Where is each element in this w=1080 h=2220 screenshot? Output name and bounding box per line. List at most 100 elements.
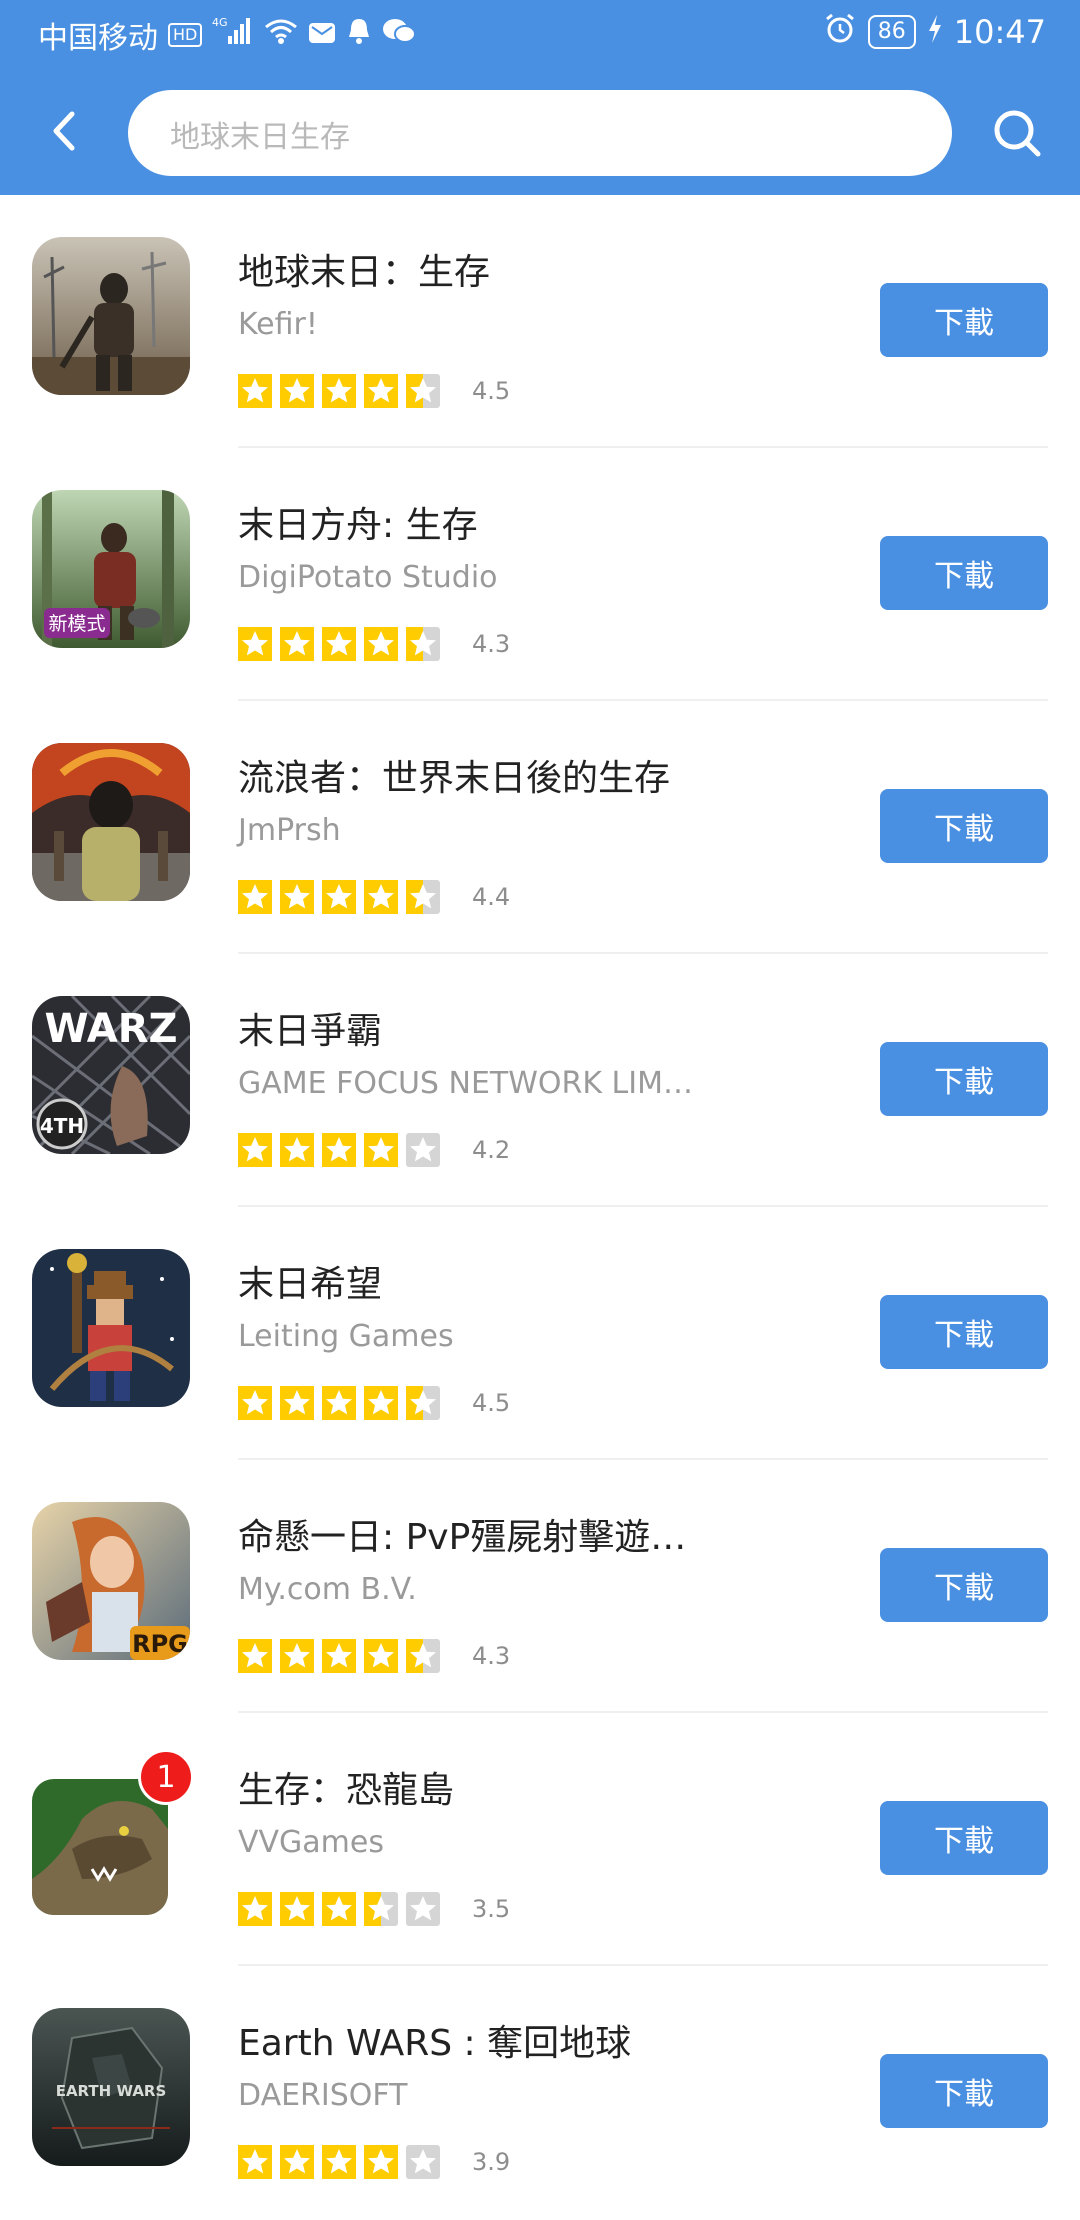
rating-stars: 4.2 [238,1133,510,1167]
star-icon [322,2145,356,2179]
anniversary-label: 4TH [40,1114,84,1138]
notification-badge: 1 [138,1749,194,1805]
download-button[interactable]: 下載 [880,1295,1048,1369]
rating-stars: 4.3 [238,627,510,661]
rating-stars: 4.4 [238,880,510,914]
star-icon [280,1892,314,1926]
star-icon [280,374,314,408]
app-title[interactable]: 末日爭霸 [238,1002,382,1054]
status-bar: 中国移动 HD 4G 86 10:47 [0,0,1080,64]
star-icon [280,1133,314,1167]
download-button[interactable]: 下載 [880,536,1048,610]
rating-value: 4.3 [472,630,511,658]
rating-value: 4.4 [472,883,511,911]
warz-logo: WARZ [44,1006,177,1052]
rating-value: 4.3 [472,1642,511,1670]
list-item[interactable]: EARTH WARS Earth WARS : 奪回地球 DAERISOFT 3… [0,1966,1080,2219]
rating-value: 3.5 [472,1895,511,1923]
app-developer: Leiting Games [238,1319,454,1354]
star-icon [364,1892,398,1926]
rating-value: 4.5 [472,377,511,405]
top-bar: 中国移动 HD 4G 86 10:47 地球末日生存 [0,0,1080,195]
star-icon [406,627,440,661]
bell-notification-icon [346,17,372,53]
app-title[interactable]: 流浪者：世界末日後的生存 [238,749,670,801]
doomsday-survivor-icon[interactable] [32,237,190,395]
wanderer-icon[interactable] [32,743,190,901]
star-icon [322,880,356,914]
rating-value: 4.5 [472,1389,511,1417]
mail-notification-icon [308,18,336,53]
rating-stars: 3.9 [238,2145,510,2179]
star-icon [364,1133,398,1167]
download-button[interactable]: 下載 [880,789,1048,863]
battery-level: 86 [867,15,916,49]
star-icon [238,1639,272,1673]
star-icon [238,627,272,661]
warz-icon[interactable]: WARZ 4TH [32,996,190,1154]
heroine-icon[interactable]: RPG [32,1502,190,1660]
star-icon [364,880,398,914]
list-item[interactable]: 流浪者：世界末日後的生存 JmPrsh 4.4 下載 [0,701,1080,954]
app-title[interactable]: 末日方舟: 生存 [238,496,478,548]
search-placeholder: 地球末日生存 [170,120,350,155]
search-header: 地球末日生存 [0,90,1080,176]
star-icon [406,1892,440,1926]
download-button[interactable]: 下載 [880,1548,1048,1622]
star-icon [322,1892,356,1926]
app-title[interactable]: 末日希望 [238,1255,382,1307]
star-icon [322,1386,356,1420]
search-button[interactable] [990,106,1044,160]
rating-value: 3.9 [472,2148,511,2176]
app-title[interactable]: Earth WARS : 奪回地球 [238,2014,631,2066]
list-item[interactable]: 末日希望 Leiting Games 4.5 下載 [0,1207,1080,1460]
star-icon [406,374,440,408]
star-icon [238,1133,272,1167]
app-developer: Kefir! [238,307,318,342]
download-button[interactable]: 下載 [880,283,1048,357]
star-icon [406,880,440,914]
download-button[interactable]: 下載 [880,1042,1048,1116]
list-item[interactable]: RPG 命懸一日: PvP殭屍射擊遊… My.com B.V. 4.3 下載 [0,1460,1080,1713]
download-button[interactable]: 下載 [880,1801,1048,1875]
ark-survivor-icon[interactable]: 新模式 [32,490,190,648]
search-icon [994,110,1041,157]
app-developer: GAME FOCUS NETWORK LIM… [238,1066,693,1101]
star-icon [238,1892,272,1926]
star-icon [322,627,356,661]
star-icon [364,374,398,408]
back-button[interactable] [44,106,84,156]
rpg-label: RPG [132,1630,188,1658]
dinosaur-icon[interactable] [32,1779,168,1915]
rating-stars: 4.5 [238,1386,510,1420]
list-item[interactable]: 新模式 末日方舟: 生存 DigiPotato Studio 4.3 下載 [0,448,1080,701]
star-icon [406,1386,440,1420]
list-item[interactable]: 1 生存：恐龍島 VVGames 3.5 下載 [0,1713,1080,1966]
list-item[interactable]: 地球末日：生存 Kefir! 4.5 下載 [0,195,1080,448]
app-title[interactable]: 命懸一日: PvP殭屍射擊遊… [238,1508,686,1560]
hd-indicator: HD [168,23,203,47]
archer-icon[interactable] [32,1249,190,1407]
new-mode-label: 新模式 [48,613,105,635]
star-icon [322,1133,356,1167]
signal-icon: 4G [212,16,254,54]
download-button[interactable]: 下載 [880,2054,1048,2128]
carrier-label: 中国移动 [38,21,158,56]
app-developer: VVGames [238,1825,384,1860]
star-icon [322,1639,356,1673]
star-icon [364,627,398,661]
star-icon [406,2145,440,2179]
search-results-list: 地球末日：生存 Kefir! 4.5 下載 新模式 末日方舟: 生存 DigiP… [0,195,1080,2219]
rating-stars: 4.5 [238,374,510,408]
app-title[interactable]: 地球末日：生存 [238,243,490,295]
search-input[interactable]: 地球末日生存 [128,90,952,176]
star-icon [238,1386,272,1420]
app-developer: My.com B.V. [238,1572,417,1607]
star-icon [406,1133,440,1167]
earth-wars-icon[interactable]: EARTH WARS [32,2008,190,2166]
star-icon [280,880,314,914]
list-item[interactable]: WARZ 4TH 末日爭霸 GAME FOCUS NETWORK LIM… 4.2… [0,954,1080,1207]
star-icon [280,1386,314,1420]
app-title[interactable]: 生存：恐龍島 [238,1761,454,1813]
clock: 10:47 [953,13,1046,51]
